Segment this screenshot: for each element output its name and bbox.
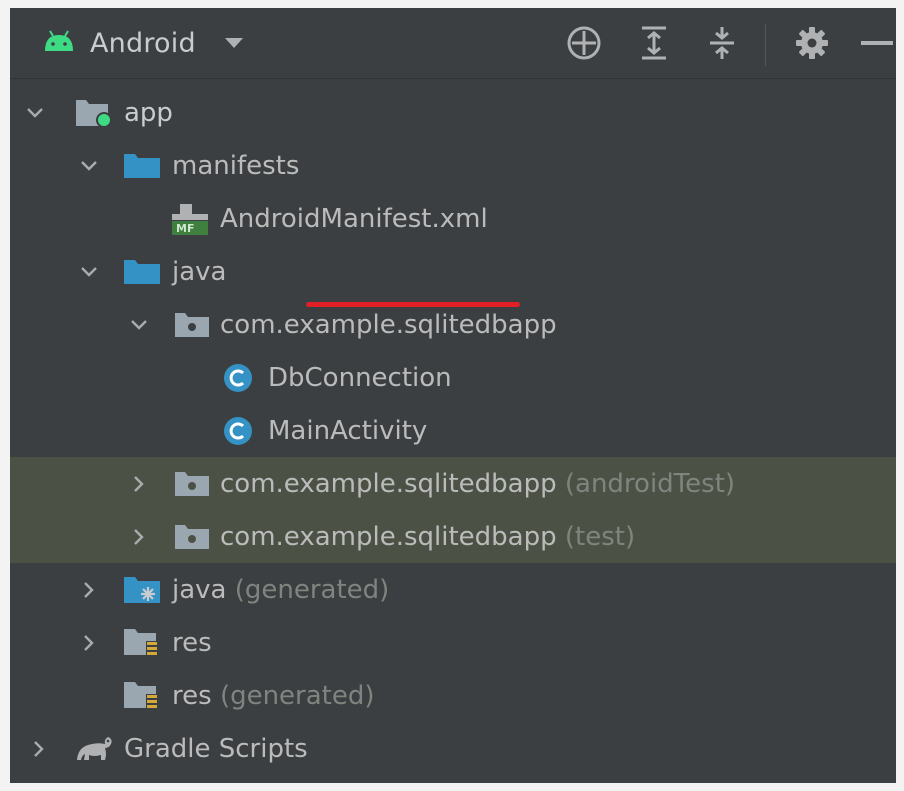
android-icon bbox=[42, 30, 76, 56]
class-icon bbox=[218, 361, 258, 395]
dropdown-arrow-icon bbox=[224, 34, 244, 53]
tree-label: com.example.sqlitedbapp bbox=[220, 468, 557, 499]
expand-all-icon[interactable] bbox=[632, 8, 676, 78]
project-tool-window: Android app manifests MF AndroidManifest… bbox=[10, 8, 896, 783]
chevron-right-icon[interactable] bbox=[28, 738, 50, 760]
tree-label-hint: (generated) bbox=[234, 574, 390, 605]
toolbar-separator bbox=[765, 24, 766, 66]
tree-row-java-generated[interactable]: java (generated) bbox=[10, 563, 896, 616]
tree-row-dbconnection[interactable]: DbConnection bbox=[10, 351, 896, 404]
chevron-right-icon[interactable] bbox=[78, 632, 100, 654]
tree-row-app[interactable]: app bbox=[10, 86, 896, 139]
package-icon bbox=[172, 520, 212, 554]
view-selector[interactable]: Android bbox=[42, 8, 272, 78]
tree-label-hint: (generated) bbox=[219, 680, 375, 711]
resource-folder-icon bbox=[122, 626, 162, 660]
package-icon bbox=[172, 467, 212, 501]
tree-label: com.example.sqlitedbapp bbox=[220, 521, 557, 552]
view-selector-label: Android bbox=[90, 27, 196, 59]
locate-icon[interactable] bbox=[560, 8, 608, 78]
tree-row-package-test[interactable]: com.example.sqlitedbapp (test) bbox=[10, 510, 896, 563]
generated-folder-icon bbox=[122, 573, 162, 607]
class-icon bbox=[218, 414, 258, 448]
tree-label-hint: (androidTest) bbox=[564, 468, 736, 499]
chevron-right-icon[interactable] bbox=[78, 579, 100, 601]
package-icon bbox=[172, 308, 212, 342]
tree-label: java bbox=[172, 574, 227, 605]
chevron-down-icon[interactable] bbox=[78, 261, 100, 283]
manifest-file-icon: MF bbox=[170, 202, 210, 236]
tree-label: java bbox=[172, 256, 227, 287]
project-toolbar: Android bbox=[10, 8, 896, 79]
folder-icon bbox=[122, 149, 162, 183]
chevron-down-icon[interactable] bbox=[78, 155, 100, 177]
svg-text:MF: MF bbox=[176, 222, 194, 235]
tree-row-gradle-scripts[interactable]: Gradle Scripts bbox=[10, 722, 896, 775]
gear-icon[interactable] bbox=[788, 8, 836, 78]
project-tree: app manifests MF AndroidManifest.xml jav… bbox=[10, 81, 896, 783]
collapse-all-icon[interactable] bbox=[700, 8, 744, 78]
resource-folder-icon bbox=[122, 679, 162, 713]
tree-label: res bbox=[172, 680, 212, 711]
gradle-icon bbox=[74, 732, 114, 766]
module-folder-icon bbox=[74, 96, 114, 130]
tree-row-androidmanifest[interactable]: MF AndroidManifest.xml bbox=[10, 192, 896, 245]
tree-label-hint: (test) bbox=[564, 521, 636, 552]
tree-label: com.example.sqlitedbapp bbox=[220, 309, 557, 340]
tree-label: DbConnection bbox=[268, 362, 452, 393]
tree-label: Gradle Scripts bbox=[124, 733, 308, 764]
chevron-right-icon[interactable] bbox=[128, 526, 150, 548]
tree-row-package-androidtest[interactable]: com.example.sqlitedbapp (androidTest) bbox=[10, 457, 896, 510]
tree-label: AndroidManifest.xml bbox=[220, 203, 488, 234]
chevron-down-icon[interactable] bbox=[24, 102, 46, 124]
tree-label: res bbox=[172, 627, 212, 658]
tree-row-res-generated[interactable]: res (generated) bbox=[10, 669, 896, 722]
minimize-icon[interactable] bbox=[858, 8, 896, 78]
tree-row-mainactivity[interactable]: MainActivity bbox=[10, 404, 896, 457]
chevron-right-icon[interactable] bbox=[128, 473, 150, 495]
tree-row-manifests[interactable]: manifests bbox=[10, 139, 896, 192]
chevron-down-icon[interactable] bbox=[128, 314, 150, 336]
tree-row-res[interactable]: res bbox=[10, 616, 896, 669]
tree-label: manifests bbox=[172, 150, 300, 181]
red-annotation-underline bbox=[306, 302, 520, 307]
tree-label: MainActivity bbox=[268, 415, 428, 446]
tree-label: app bbox=[124, 97, 173, 128]
folder-icon bbox=[122, 255, 162, 289]
tree-row-java[interactable]: java bbox=[10, 245, 896, 298]
